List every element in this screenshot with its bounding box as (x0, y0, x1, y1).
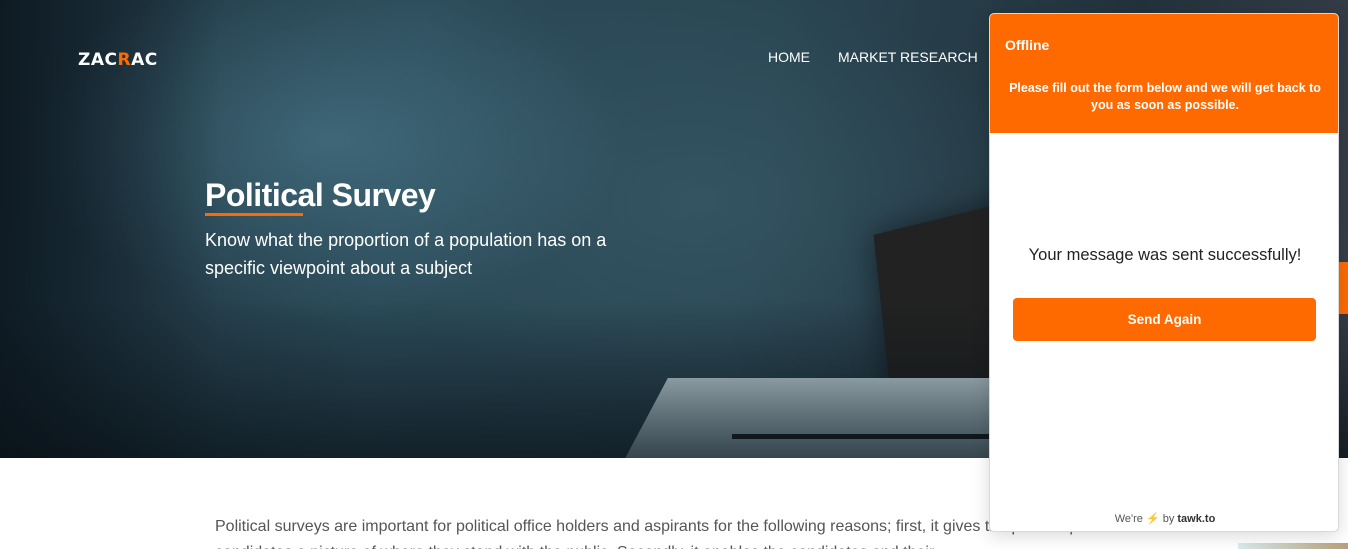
chat-description: Please fill out the form below and we wi… (1009, 81, 1321, 112)
send-again-button[interactable]: Send Again (1013, 298, 1316, 341)
page-subtitle: Know what the proportion of a population… (205, 230, 607, 278)
powered-by-footer[interactable]: We're ⚡ by tawk.to (990, 512, 1338, 525)
logo-accent: R (117, 50, 132, 70)
site-logo[interactable]: ZACRAC (78, 50, 158, 70)
logo-text-2: AC (131, 50, 158, 70)
powered-prefix: We're (1114, 513, 1143, 525)
powered-by-text: by (1162, 513, 1175, 525)
sidebar-thumbnail (1238, 543, 1348, 549)
logo-text-1: ZAC (78, 50, 118, 70)
page-title: Political Survey (205, 177, 436, 213)
tawk-brand: tawk.to (1177, 513, 1216, 525)
lightning-bolt-icon: ⚡ (1145, 513, 1160, 525)
chat-header: Offline Please fill out the form below a… (990, 14, 1338, 133)
nav-home[interactable]: HOME (768, 49, 810, 65)
chat-status: Offline (1005, 37, 1050, 53)
title-underline (205, 213, 303, 216)
chat-widget: Offline Please fill out the form below a… (989, 13, 1339, 532)
nav-market-research[interactable]: MARKET RESEARCH (838, 49, 978, 65)
chat-success-message: Your message was sent successfully! (1028, 246, 1302, 264)
chat-edge-tab[interactable] (1339, 262, 1348, 314)
